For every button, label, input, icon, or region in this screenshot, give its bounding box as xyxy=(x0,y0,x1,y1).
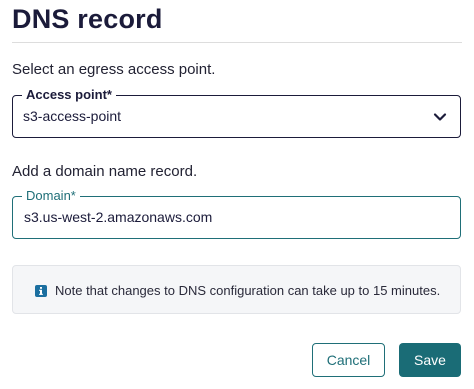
domain-label: Domain* xyxy=(22,188,80,204)
access-point-label: Access point* xyxy=(22,87,116,103)
info-note-text: Note that changes to DNS configuration c… xyxy=(55,283,441,298)
cancel-button[interactable]: Cancel xyxy=(312,343,385,377)
domain-prompt: Add a domain name record. xyxy=(12,163,198,180)
egress-prompt: Select an egress access point. xyxy=(12,61,216,78)
title-divider xyxy=(12,42,462,43)
chevron-down-icon[interactable] xyxy=(432,109,448,125)
access-point-select[interactable]: Access point* s3-access-point xyxy=(12,87,461,138)
info-note: Note that changes to DNS configuration c… xyxy=(12,265,461,314)
save-button[interactable]: Save xyxy=(399,343,461,377)
domain-input[interactable]: Domain* s3.us-west-2.amazonaws.com xyxy=(12,188,461,239)
access-point-value: s3-access-point xyxy=(23,108,122,124)
page-title: DNS record xyxy=(12,4,163,34)
info-icon xyxy=(35,285,47,297)
domain-value[interactable]: s3.us-west-2.amazonaws.com xyxy=(24,209,212,225)
